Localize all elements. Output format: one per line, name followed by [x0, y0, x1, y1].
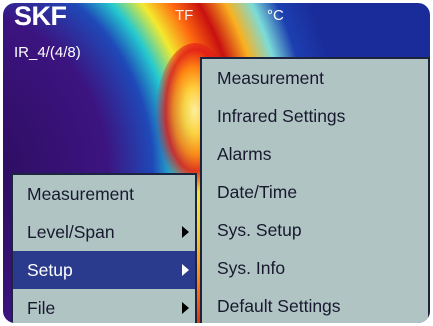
- chevron-right-icon: [182, 226, 189, 238]
- submenu-item-sys-setup[interactable]: Sys. Setup: [202, 211, 428, 249]
- menu-item-label: Measurement: [27, 183, 134, 204]
- temperature-unit: °C: [267, 7, 284, 24]
- chevron-right-icon: [182, 264, 189, 276]
- thermal-image-display: SKF IR_4/(4/8) TF °C Measurement Level/S…: [3, 3, 430, 323]
- chevron-right-icon: [182, 302, 189, 314]
- menu-item-label: File: [27, 297, 56, 318]
- submenu-item-label: Sys. Setup: [217, 219, 302, 240]
- setup-submenu: Measurement Infrared Settings Alarms Dat…: [200, 57, 430, 323]
- image-file-id: IR_4/(4/8): [14, 44, 81, 61]
- submenu-item-label: Measurement: [217, 67, 324, 88]
- menu-item-measurement[interactable]: Measurement: [13, 175, 195, 213]
- submenu-item-label: Default Settings: [217, 295, 341, 316]
- mode-indicator: TF: [175, 7, 194, 24]
- menu-item-file[interactable]: File: [13, 289, 195, 323]
- submenu-item-sys-info[interactable]: Sys. Info: [202, 249, 428, 287]
- submenu-item-label: Sys. Info: [217, 257, 286, 278]
- submenu-item-default-settings[interactable]: Default Settings: [202, 287, 428, 323]
- main-menu: Measurement Level/Span Setup File: [11, 173, 197, 323]
- submenu-item-date-time[interactable]: Date/Time: [202, 173, 428, 211]
- menu-item-label: Level/Span: [27, 221, 115, 242]
- menu-item-label: Setup: [27, 259, 73, 280]
- submenu-item-label: Date/Time: [217, 181, 298, 202]
- submenu-item-label: Infrared Settings: [217, 105, 346, 126]
- brand-logo: SKF: [14, 3, 67, 31]
- menu-item-setup[interactable]: Setup: [13, 251, 195, 289]
- menu-item-level-span[interactable]: Level/Span: [13, 213, 195, 251]
- submenu-item-infrared-settings[interactable]: Infrared Settings: [202, 97, 428, 135]
- submenu-item-alarms[interactable]: Alarms: [202, 135, 428, 173]
- submenu-item-measurement[interactable]: Measurement: [202, 59, 428, 97]
- submenu-item-label: Alarms: [217, 143, 272, 164]
